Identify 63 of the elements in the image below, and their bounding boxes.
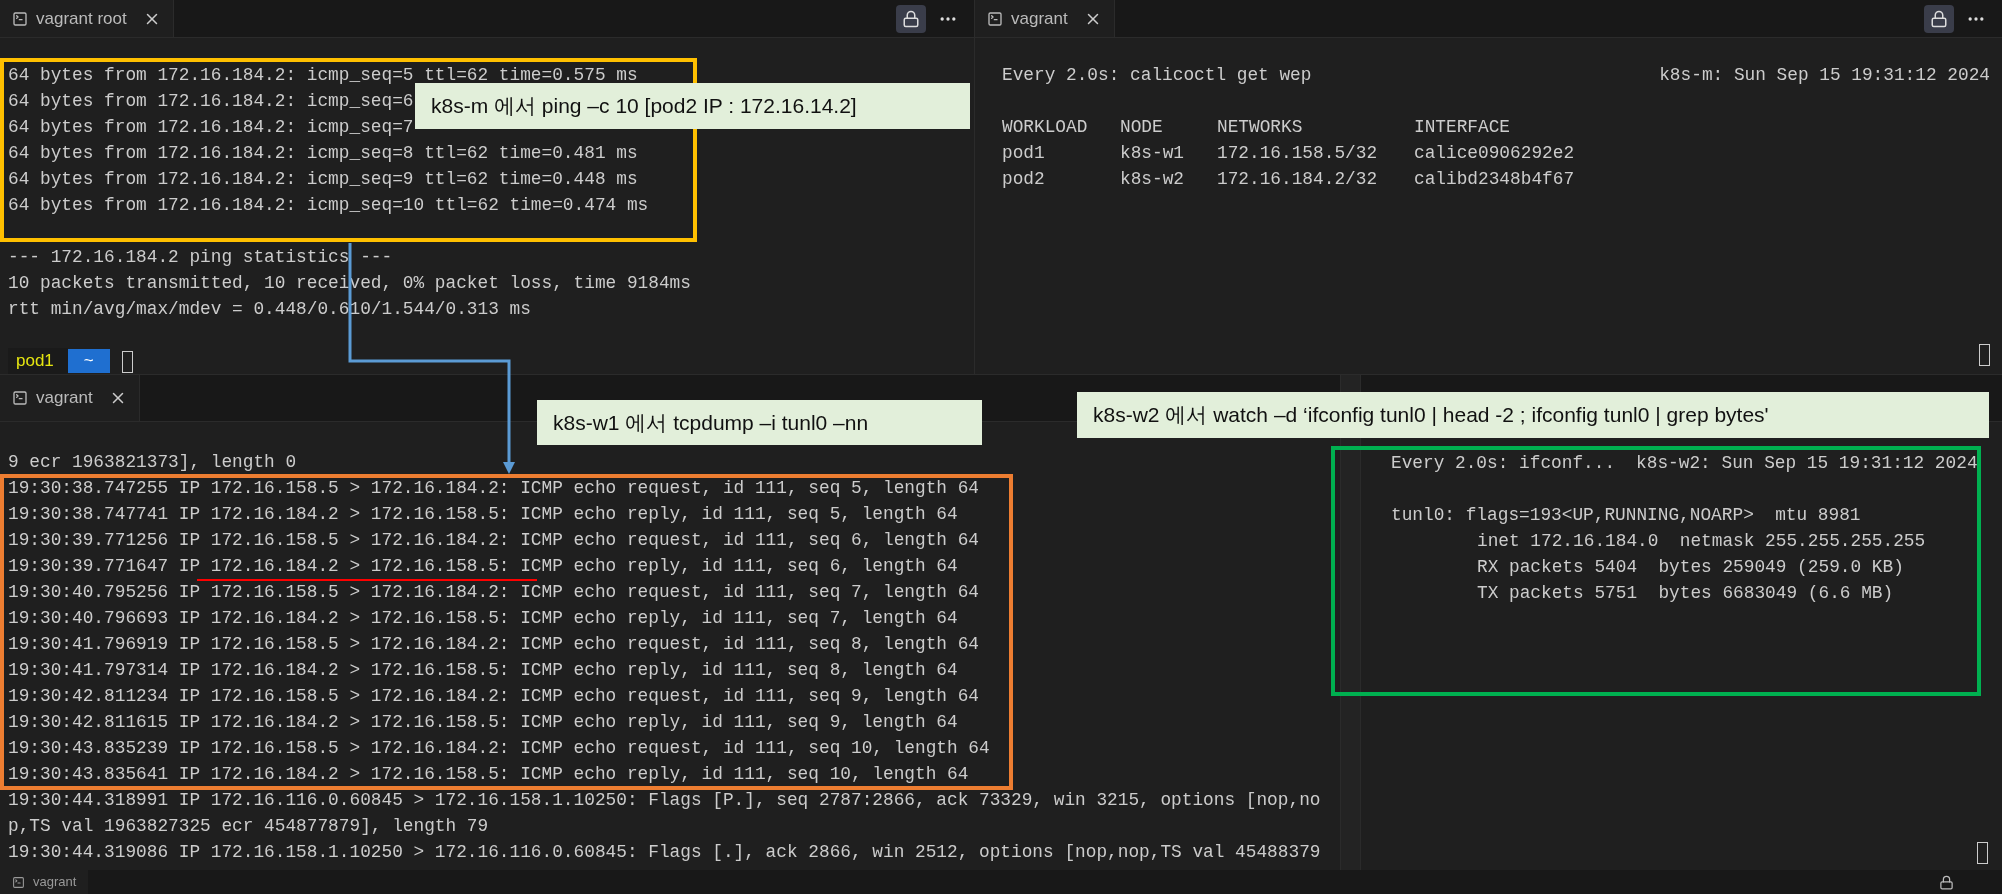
terminal-line: RX packets 5404 bytes 259049 (259.0 KB) <box>1477 556 1904 579</box>
terminal-line: TX packets 5751 bytes 6683049 (6.6 MB) <box>1477 582 1894 605</box>
terminal-tab[interactable]: vagrant <box>975 0 1115 37</box>
terminal-line: 64 bytes from 172.16.184.2: icmp_seq=7 <box>8 116 414 139</box>
watch-status: k8s-m: Sun Sep 15 19:31:12 2024 <box>1659 64 1990 87</box>
terminal-line: 19:30:44.318991 IP 172.16.116.0.60845 > 172.16.158.1.10250: Flags [P.], seq 2787:2866, ack 73329, win 3215, options [nop,no <box>8 790 1321 810</box>
terminal-line: 9 ecr 1963821373], length 0 <box>8 452 297 472</box>
terminal-icon <box>12 875 25 889</box>
terminal-line: 19:30:39.771647 IP 172.16.184.2 > 172.16.158.5: ICMP echo reply, id 111, seq 6, length 64 <box>8 556 958 576</box>
terminal-line: 64 bytes from 172.16.184.2: icmp_seq=9 ttl=62 time=0.448 ms <box>8 168 638 191</box>
terminal-tab[interactable]: vagrant root <box>0 0 174 37</box>
terminal-tab[interactable]: vagrant <box>0 870 89 894</box>
watch-status: k8s-w2: Sun Sep 15 19:31:12 2024 <box>1636 452 1978 475</box>
terminal-icon <box>987 10 1003 27</box>
cursor-icon <box>1977 842 1988 864</box>
terminal-line: tunl0: flags=193<UP,RUNNING,NOARP> mtu 8981 <box>1391 504 1861 527</box>
column-header: NODE <box>1120 116 1164 139</box>
lock-button[interactable] <box>896 4 926 33</box>
callout-label: k8s-w2 에서 watch –d ‘ifconfig tunl0 | head -2 ; ifconfig tunl0 | grep bytes' <box>1077 392 1989 438</box>
terminal-line: --- 172.16.184.2 ping statistics --- <box>8 246 393 269</box>
lock-button[interactable] <box>1924 4 1954 33</box>
table-cell-text: pod1 <box>1002 142 1046 165</box>
terminal-line: 19:30:40.796693 IP 172.16.184.2 > 172.16.158.5: ICMP echo reply, id 111, seq 7, length 64 <box>8 608 958 628</box>
column-header: NETWORKS <box>1217 116 1304 139</box>
prompt-path: ~ <box>67 349 110 373</box>
table-cell-text: k8s-w2 <box>1120 168 1186 191</box>
table-cell-text: 172.16.184.2/32 <box>1217 168 1379 191</box>
callout-label: k8s-w1 에서 tcpdump –i tunl0 –nn <box>537 400 982 445</box>
terminal-line: 19:30:38.747741 IP 172.16.184.2 > 172.16.158.5: ICMP echo reply, id 111, seq 5, length 64 <box>8 504 958 524</box>
watch-command: Every 2.0s: ifconf... <box>1391 452 1616 475</box>
terminal-line: inet 172.16.184.0 netmask 255.255.255.255 <box>1477 530 1926 553</box>
callout-label: k8s-m 에서 ping –c 10 [pod2 IP : 172.16.14.2] <box>415 83 970 129</box>
terminal-line: 19:30:41.796919 IP 172.16.158.5 > 172.16.184.2: ICMP echo request, id 111, seq 8, length 64 <box>8 634 979 654</box>
cursor-icon <box>1979 344 1990 366</box>
terminal-line: 19:30:39.771256 IP 172.16.158.5 > 172.16.184.2: ICMP echo request, id 111, seq 6, length 64 <box>8 530 979 550</box>
terminal-line: 64 bytes from 172.16.184.2: icmp_seq=8 ttl=62 time=0.481 ms <box>8 142 638 165</box>
table-cell-text: pod2 <box>1002 168 1046 191</box>
prompt-user: pod1 <box>8 348 68 374</box>
terminal-icon <box>12 390 28 406</box>
terminal-line: 64 bytes from 172.16.184.2: icmp_seq=6 <box>8 90 414 113</box>
table-cell-text: 172.16.158.5/32 <box>1217 142 1379 165</box>
terminal-line: 19:30:41.797314 IP 172.16.184.2 > 172.16.158.5: ICMP echo reply, id 111, seq 8, length 64 <box>8 660 958 680</box>
terminal-line: 19:30:42.811234 IP 172.16.158.5 > 172.16.184.2: ICMP echo request, id 111, seq 9, length 64 <box>8 686 979 706</box>
terminal-tab[interactable]: vagrant <box>0 375 140 421</box>
terminal-line: 19:30:40.795256 IP 172.16.158.5 > 172.16.184.2: ICMP echo request, id 111, seq 7, length 64 <box>8 582 979 602</box>
terminal-line: 19:30:42.811615 IP 172.16.184.2 > 172.16.158.5: ICMP echo reply, id 111, seq 9, length 64 <box>8 712 958 732</box>
terminal-line: p,TS val 1963827325 ecr 454877879], length 79 <box>8 816 489 836</box>
table-cell-text: k8s-w1 <box>1120 142 1186 165</box>
terminal-line: 19:30:43.835239 IP 172.16.158.5 > 172.16.184.2: ICMP echo request, id 111, seq 10, length 64 <box>8 738 990 758</box>
column-header: WORKLOAD <box>1002 116 1089 139</box>
terminal-line: 19:30:38.747255 IP 172.16.158.5 > 172.16.184.2: ICMP echo request, id 111, seq 5, length 64 <box>8 478 979 498</box>
table-cell-text: calibd2348b4f67 <box>1414 168 1576 191</box>
lock-icon[interactable] <box>1939 874 1954 890</box>
cursor-icon <box>121 350 133 373</box>
terminal-icon <box>12 10 28 27</box>
terminal-line: 19:30:44.319086 IP 172.16.158.1.10250 > 172.16.116.0.60845: Flags [.], ack 2866, win 2512, options [nop,nop,TS val 45488379 <box>8 842 1321 862</box>
lock-icon <box>902 9 920 28</box>
column-header: INTERFACE <box>1414 116 1512 139</box>
terminal-line: 64 bytes from 172.16.184.2: icmp_seq=10 ttl=62 time=0.474 ms <box>8 194 649 217</box>
terminal-line: 19:30:43.835641 IP 172.16.184.2 > 172.16.158.5: ICMP echo reply, id 111, seq 10, length 64 <box>8 764 969 784</box>
watch-command: Every 2.0s: calicoctl get wep <box>1002 64 1312 87</box>
table-cell-text: calice0906292e2 <box>1414 142 1576 165</box>
lock-icon <box>1930 9 1948 28</box>
